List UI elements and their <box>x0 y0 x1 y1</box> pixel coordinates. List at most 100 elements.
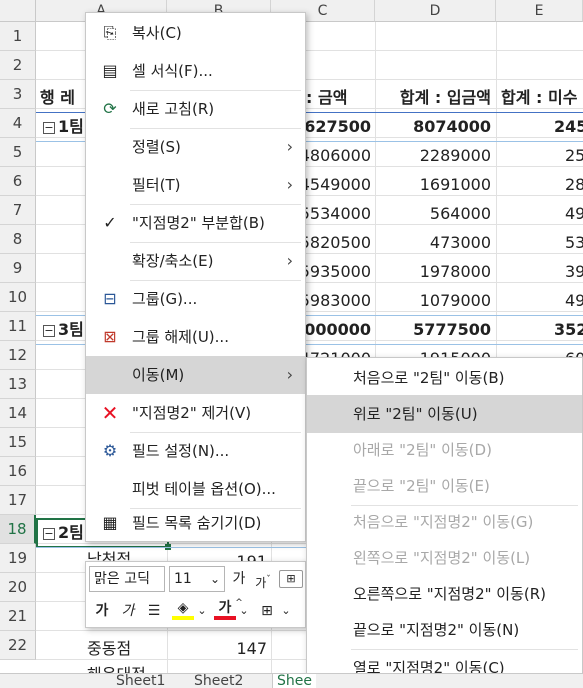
cell-a22[interactable]: 중동점 <box>87 634 167 663</box>
cell-d10[interactable]: 1079000 <box>375 286 491 315</box>
menu-item-expand-collapse[interactable]: 확장/축소(E) › <box>86 242 305 280</box>
menu-item-ungroup[interactable]: ⊠ 그룹 해제(U)... <box>86 318 305 356</box>
cell-e8[interactable]: 53 <box>565 228 583 257</box>
row-header-16[interactable]: 16 <box>0 457 36 486</box>
format-cells-icon: ▤ <box>102 61 118 80</box>
submenu-move-last: 끝으로 "2팀" 이동(E) <box>353 477 490 495</box>
collapse-icon[interactable]: − <box>43 121 55 134</box>
menu-item-format-cells[interactable]: ▤ 셀 서식(F)... <box>86 52 305 90</box>
row-header-14[interactable]: 14 <box>0 399 36 428</box>
ungroup-icon: ⊠ <box>103 327 117 346</box>
row-header-17[interactable]: 17 <box>0 486 36 515</box>
row-header-20[interactable]: 20 <box>0 573 36 602</box>
borders-icon[interactable]: ⊞ <box>256 599 278 623</box>
font-size-box[interactable]: 11 ⌄ <box>169 566 225 592</box>
cell-d3[interactable]: 합계 : 입금액 <box>375 83 491 112</box>
row-header-19[interactable]: 19 <box>0 544 36 573</box>
row-header-9[interactable]: 9 <box>0 254 36 283</box>
sheet-tab-bar: Sheet1 Sheet2 Shee <box>0 673 583 688</box>
bold-button[interactable]: 가 <box>92 599 112 623</box>
cell-d5[interactable]: 2289000 <box>375 141 491 170</box>
chevron-down-icon[interactable]: ⌄ <box>196 599 208 623</box>
menu-item-subtotal[interactable]: ✓ "지점명2" 부분합(B) <box>86 204 305 242</box>
fill-color-icon[interactable]: ◈ <box>172 598 194 620</box>
cell-e6[interactable]: 28 <box>565 170 583 199</box>
cell-e5[interactable]: 25 <box>565 141 583 170</box>
chevron-down-icon[interactable]: ⌄ <box>238 599 250 623</box>
cell-b22[interactable]: 147 <box>167 634 267 663</box>
sheet-tab-2[interactable]: Sheet2 <box>194 674 243 688</box>
menu-item-hide-field-list[interactable]: ▦ 필드 목록 숨기기(D) <box>86 504 305 542</box>
font-name-box[interactable]: 맑은 고딕 <box>89 566 165 592</box>
cell-e11[interactable]: 352 <box>554 315 583 344</box>
col-header-d[interactable]: D <box>375 0 496 22</box>
chevron-right-icon: › <box>286 175 293 194</box>
row-header-4[interactable]: 4 <box>0 109 36 138</box>
cell-d4[interactable]: 8074000 <box>375 112 491 141</box>
font-color-button[interactable]: 가 <box>214 598 236 620</box>
menu-item-copy[interactable]: ⎘ 복사(C) <box>86 14 305 52</box>
menu-item-pivot-options[interactable]: 피벗 테이블 옵션(O)... <box>86 470 305 508</box>
cell-e3[interactable]: 합계 : 미수 <box>501 83 583 112</box>
row-header-22[interactable]: 22 <box>0 631 36 660</box>
row-header-13[interactable]: 13 <box>0 370 36 399</box>
row-header-7[interactable]: 7 <box>0 196 36 225</box>
row-header-2[interactable]: 2 <box>0 51 36 80</box>
field-settings-icon: ⚙ <box>102 441 118 460</box>
cell-e4[interactable]: 245 <box>496 112 583 141</box>
col-header-e[interactable]: E <box>496 0 583 22</box>
menu-item-refresh[interactable]: ⟳ 새로 고침(R) <box>86 90 305 128</box>
menu-item-remove-field[interactable]: ✕ "지점명2" 제거(V) <box>86 394 305 432</box>
group-icon: ⊟ <box>103 289 117 308</box>
row-header-18[interactable]: 18 <box>0 515 36 544</box>
chevron-right-icon: › <box>286 137 293 156</box>
cell-d11[interactable]: 5777500 <box>375 315 491 344</box>
cell-d9[interactable]: 1978000 <box>375 257 491 286</box>
align-center-icon[interactable]: ☰ <box>144 599 164 623</box>
cell-d7[interactable]: 564000 <box>375 199 491 228</box>
mini-toolbar: 맑은 고딕 11 ⌄ 가^ 가ˇ ⊞ 가 가 ☰ ◈ ⌄ 가 ⌄ ⊞ ⌄ <box>85 561 306 628</box>
row-header-15[interactable]: 15 <box>0 428 36 457</box>
cell-d8[interactable]: 473000 <box>375 228 491 257</box>
cell-a23[interactable]: 해운대점 <box>87 660 167 674</box>
row-header-21[interactable]: 21 <box>0 602 36 631</box>
sheet-tab-3[interactable]: Shee <box>272 674 316 688</box>
menu-item-group[interactable]: ⊟ 그룹(G)... <box>86 280 305 318</box>
row-header-11[interactable]: 11 <box>0 312 36 341</box>
submenu-field-right[interactable]: 오른쪽으로 "지점명2" 이동(R) <box>307 575 582 613</box>
menu-item-filter[interactable]: 필터(T) › <box>86 166 305 204</box>
row-header-3[interactable]: 3 <box>0 80 36 109</box>
menu-item-field-settings[interactable]: ⚙ 필드 설정(N)... <box>86 432 305 470</box>
submenu-field-last[interactable]: 끝으로 "지점명2" 이동(N) <box>307 611 582 649</box>
cell-styles-icon[interactable]: ⊞ <box>279 570 303 588</box>
collapse-icon[interactable]: − <box>43 527 55 540</box>
cell-d6[interactable]: 1691000 <box>375 170 491 199</box>
sheet-tab-1[interactable]: Sheet1 <box>116 674 165 688</box>
submenu-move-up[interactable]: 위로 "2팀" 이동(U) <box>307 395 582 433</box>
chevron-down-icon[interactable]: ⌄ <box>280 599 292 623</box>
remove-x-icon: ✕ <box>101 401 119 425</box>
copy-icon: ⎘ <box>103 23 117 42</box>
row-header-8[interactable]: 8 <box>0 225 36 254</box>
row-header-6[interactable]: 6 <box>0 167 36 196</box>
submenu-move-first[interactable]: 처음으로 "2팀" 이동(B) <box>307 359 582 397</box>
cell-e7[interactable]: 49 <box>565 199 583 228</box>
italic-button[interactable]: 가 <box>118 599 138 623</box>
menu-item-sort[interactable]: 정렬(S) › <box>86 128 305 166</box>
row-header-10[interactable]: 10 <box>0 283 36 312</box>
refresh-icon: ⟳ <box>103 99 117 118</box>
cell-c3[interactable]: : 금액 <box>306 83 375 112</box>
row-header-12[interactable]: 12 <box>0 341 36 370</box>
field-list-icon: ▦ <box>102 513 118 532</box>
select-all-corner[interactable] <box>0 0 36 22</box>
grow-font-button[interactable]: 가^ <box>229 567 249 608</box>
shrink-font-button[interactable]: 가ˇ <box>253 568 273 592</box>
cell-e10[interactable]: 49 <box>565 286 583 315</box>
row-header-1[interactable]: 1 <box>0 22 36 51</box>
collapse-icon[interactable]: − <box>43 324 55 337</box>
row-header-5[interactable]: 5 <box>0 138 36 167</box>
submenu-move-down: 아래로 "2팀" 이동(D) <box>353 441 492 459</box>
chevron-right-icon: › <box>286 365 293 384</box>
menu-item-move[interactable]: 이동(M) › <box>86 356 305 394</box>
cell-e9[interactable]: 39 <box>565 257 583 286</box>
